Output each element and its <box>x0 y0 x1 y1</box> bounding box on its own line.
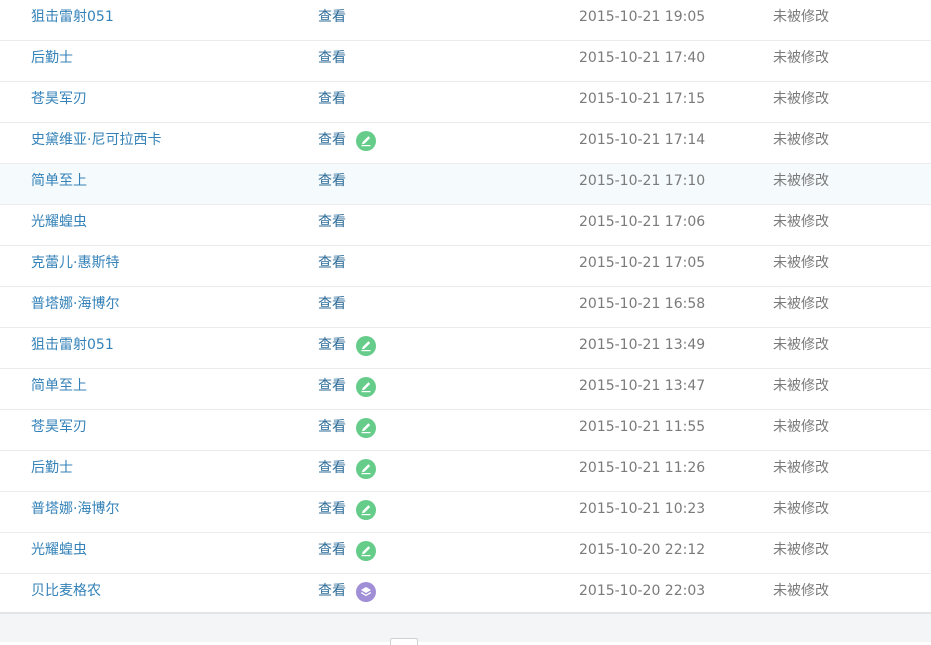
view-link[interactable]: 查看 <box>318 410 346 450</box>
timestamp: 2015-10-21 17:40 <box>579 50 706 66</box>
table-row: 狙击雷射051 查看 2015-10-21 19:05 未被修改 <box>0 0 931 41</box>
user-name-link[interactable]: 苍昊军刃 <box>31 410 87 450</box>
user-name-link[interactable]: 简单至上 <box>31 369 87 409</box>
edit-icon <box>356 459 376 479</box>
status-text: 未被修改 <box>773 255 829 271</box>
view-link[interactable]: 查看 <box>318 205 346 245</box>
table-row: 狙击雷射051 查看 2015-10-21 13:49 未被修改 <box>0 328 931 369</box>
user-name-link[interactable]: 史黛维亚·尼可拉西卡 <box>31 123 161 163</box>
table-row: 后勤士 查看 2015-10-21 17:40 未被修改 <box>0 41 931 82</box>
edit-icon <box>356 131 376 151</box>
status-text: 未被修改 <box>773 542 829 558</box>
layers-icon <box>356 582 376 602</box>
table-row: 后勤士 查看 2015-10-21 11:26 未被修改 <box>0 451 931 492</box>
table-row: 光耀蝗虫 查看 2015-10-20 22:12 未被修改 <box>0 533 931 574</box>
view-link[interactable]: 查看 <box>318 41 346 81</box>
timestamp: 2015-10-20 22:12 <box>579 542 706 558</box>
status-text: 未被修改 <box>773 132 829 148</box>
timestamp: 2015-10-21 17:06 <box>579 214 706 230</box>
user-name-link[interactable]: 克蕾儿·惠斯特 <box>31 246 119 286</box>
table-row: 普塔娜·海博尔 查看 2015-10-21 16:58 未被修改 <box>0 287 931 328</box>
user-name-link[interactable]: 普塔娜·海博尔 <box>31 287 119 327</box>
revision-table: 狙击雷射051 查看 2015-10-21 19:05 未被修改 后勤士 查看 2015-1… <box>0 0 931 615</box>
pagination-box[interactable] <box>390 638 418 645</box>
timestamp: 2015-10-21 13:49 <box>579 337 706 353</box>
status-text: 未被修改 <box>773 460 829 476</box>
view-link[interactable]: 查看 <box>318 328 346 368</box>
table-row: 光耀蝗虫 查看 2015-10-21 17:06 未被修改 <box>0 205 931 246</box>
status-text: 未被修改 <box>773 91 829 107</box>
timestamp: 2015-10-21 17:10 <box>579 173 706 189</box>
table-footer <box>0 612 931 645</box>
status-text: 未被修改 <box>773 173 829 189</box>
view-link[interactable]: 查看 <box>318 287 346 327</box>
status-text: 未被修改 <box>773 9 829 25</box>
table-row: 简单至上 查看 2015-10-21 17:10 未被修改 <box>0 164 931 205</box>
timestamp: 2015-10-21 11:26 <box>579 460 706 476</box>
view-link[interactable]: 查看 <box>318 0 346 40</box>
user-name-link[interactable]: 光耀蝗虫 <box>31 533 87 573</box>
table-row: 贝比麦格农 查看 2015-10-20 22:03 未被修改 <box>0 574 931 615</box>
table-row: 简单至上 查看 2015-10-21 13:47 未被修改 <box>0 369 931 410</box>
timestamp: 2015-10-21 13:47 <box>579 378 706 394</box>
edit-icon <box>356 336 376 356</box>
edit-icon <box>356 377 376 397</box>
status-text: 未被修改 <box>773 501 829 517</box>
status-text: 未被修改 <box>773 583 829 599</box>
user-name-link[interactable]: 简单至上 <box>31 164 87 204</box>
view-link[interactable]: 查看 <box>318 82 346 122</box>
status-text: 未被修改 <box>773 214 829 230</box>
status-text: 未被修改 <box>773 296 829 312</box>
timestamp: 2015-10-21 11:55 <box>579 419 706 435</box>
table-row: 克蕾儿·惠斯特 查看 2015-10-21 17:05 未被修改 <box>0 246 931 287</box>
table-row: 苍昊军刃 查看 2015-10-21 17:15 未被修改 <box>0 82 931 123</box>
edit-icon <box>356 500 376 520</box>
timestamp: 2015-10-21 17:05 <box>579 255 706 271</box>
timestamp: 2015-10-21 19:05 <box>579 9 706 25</box>
view-link[interactable]: 查看 <box>318 164 346 204</box>
table-row: 史黛维亚·尼可拉西卡 查看 2015-10-21 17:14 未被修改 <box>0 123 931 164</box>
view-link[interactable]: 查看 <box>318 574 346 614</box>
view-link[interactable]: 查看 <box>318 492 346 532</box>
edit-icon <box>356 541 376 561</box>
table-row: 普塔娜·海博尔 查看 2015-10-21 10:23 未被修改 <box>0 492 931 533</box>
timestamp: 2015-10-20 22:03 <box>579 583 706 599</box>
view-link[interactable]: 查看 <box>318 123 346 163</box>
status-text: 未被修改 <box>773 50 829 66</box>
edit-icon <box>356 418 376 438</box>
status-text: 未被修改 <box>773 419 829 435</box>
user-name-link[interactable]: 狙击雷射051 <box>31 328 114 368</box>
user-name-link[interactable]: 狙击雷射051 <box>31 0 114 40</box>
timestamp: 2015-10-21 16:58 <box>579 296 706 312</box>
table-row: 苍昊军刃 查看 2015-10-21 11:55 未被修改 <box>0 410 931 451</box>
status-text: 未被修改 <box>773 378 829 394</box>
user-name-link[interactable]: 贝比麦格农 <box>31 574 101 614</box>
view-link[interactable]: 查看 <box>318 369 346 409</box>
user-name-link[interactable]: 后勤士 <box>31 41 73 81</box>
timestamp: 2015-10-21 17:15 <box>579 91 706 107</box>
timestamp: 2015-10-21 10:23 <box>579 501 706 517</box>
timestamp: 2015-10-21 17:14 <box>579 132 706 148</box>
user-name-link[interactable]: 普塔娜·海博尔 <box>31 492 119 532</box>
view-link[interactable]: 查看 <box>318 246 346 286</box>
user-name-link[interactable]: 苍昊军刃 <box>31 82 87 122</box>
status-text: 未被修改 <box>773 337 829 353</box>
view-link[interactable]: 查看 <box>318 533 346 573</box>
view-link[interactable]: 查看 <box>318 451 346 491</box>
user-name-link[interactable]: 后勤士 <box>31 451 73 491</box>
user-name-link[interactable]: 光耀蝗虫 <box>31 205 87 245</box>
